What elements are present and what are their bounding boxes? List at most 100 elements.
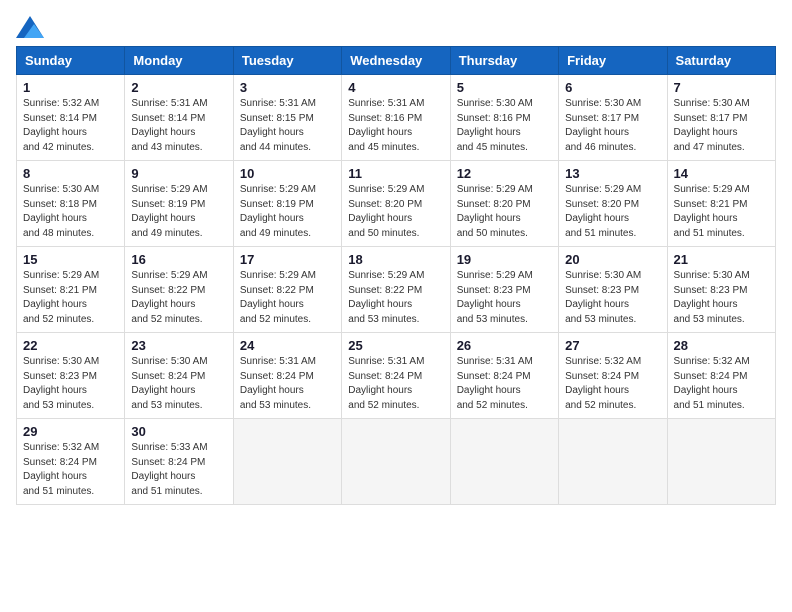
day-number: 17 (240, 252, 335, 267)
day-cell: 23 Sunrise: 5:30 AM Sunset: 8:24 PM Dayl… (125, 333, 233, 419)
day-number: 5 (457, 80, 552, 95)
day-cell: 30 Sunrise: 5:33 AM Sunset: 8:24 PM Dayl… (125, 419, 233, 505)
logo-icon (16, 16, 44, 38)
day-cell: 1 Sunrise: 5:32 AM Sunset: 8:14 PM Dayli… (17, 75, 125, 161)
day-number: 1 (23, 80, 118, 95)
day-cell (667, 419, 775, 505)
day-info: Sunrise: 5:29 AM Sunset: 8:23 PM Dayligh… (457, 269, 552, 327)
day-info: Sunrise: 5:29 AM Sunset: 8:20 PM Dayligh… (565, 183, 660, 241)
day-info: Sunrise: 5:32 AM Sunset: 8:24 PM Dayligh… (565, 355, 660, 413)
day-info: Sunrise: 5:31 AM Sunset: 8:24 PM Dayligh… (240, 355, 335, 413)
day-info: Sunrise: 5:31 AM Sunset: 8:16 PM Dayligh… (348, 97, 443, 155)
day-info: Sunrise: 5:31 AM Sunset: 8:15 PM Dayligh… (240, 97, 335, 155)
day-cell (559, 419, 667, 505)
day-number: 8 (23, 166, 118, 181)
day-cell: 28 Sunrise: 5:32 AM Sunset: 8:24 PM Dayl… (667, 333, 775, 419)
day-cell: 5 Sunrise: 5:30 AM Sunset: 8:16 PM Dayli… (450, 75, 558, 161)
day-cell: 2 Sunrise: 5:31 AM Sunset: 8:14 PM Dayli… (125, 75, 233, 161)
day-cell: 10 Sunrise: 5:29 AM Sunset: 8:19 PM Dayl… (233, 161, 341, 247)
day-info: Sunrise: 5:29 AM Sunset: 8:22 PM Dayligh… (348, 269, 443, 327)
day-cell: 19 Sunrise: 5:29 AM Sunset: 8:23 PM Dayl… (450, 247, 558, 333)
day-cell: 14 Sunrise: 5:29 AM Sunset: 8:21 PM Dayl… (667, 161, 775, 247)
page-header (16, 16, 776, 38)
day-info: Sunrise: 5:30 AM Sunset: 8:23 PM Dayligh… (565, 269, 660, 327)
day-number: 4 (348, 80, 443, 95)
day-cell: 3 Sunrise: 5:31 AM Sunset: 8:15 PM Dayli… (233, 75, 341, 161)
day-cell: 11 Sunrise: 5:29 AM Sunset: 8:20 PM Dayl… (342, 161, 450, 247)
day-number: 22 (23, 338, 118, 353)
day-cell: 6 Sunrise: 5:30 AM Sunset: 8:17 PM Dayli… (559, 75, 667, 161)
calendar-header-sunday: Sunday (17, 47, 125, 75)
day-cell: 16 Sunrise: 5:29 AM Sunset: 8:22 PM Dayl… (125, 247, 233, 333)
day-info: Sunrise: 5:29 AM Sunset: 8:22 PM Dayligh… (240, 269, 335, 327)
day-info: Sunrise: 5:29 AM Sunset: 8:19 PM Dayligh… (131, 183, 226, 241)
day-number: 20 (565, 252, 660, 267)
day-number: 10 (240, 166, 335, 181)
day-info: Sunrise: 5:30 AM Sunset: 8:23 PM Dayligh… (23, 355, 118, 413)
day-info: Sunrise: 5:29 AM Sunset: 8:20 PM Dayligh… (457, 183, 552, 241)
day-cell: 13 Sunrise: 5:29 AM Sunset: 8:20 PM Dayl… (559, 161, 667, 247)
day-number: 26 (457, 338, 552, 353)
calendar-header-monday: Monday (125, 47, 233, 75)
day-cell: 22 Sunrise: 5:30 AM Sunset: 8:23 PM Dayl… (17, 333, 125, 419)
day-number: 6 (565, 80, 660, 95)
logo (16, 16, 48, 38)
day-number: 7 (674, 80, 769, 95)
day-cell: 27 Sunrise: 5:32 AM Sunset: 8:24 PM Dayl… (559, 333, 667, 419)
day-number: 18 (348, 252, 443, 267)
day-cell: 4 Sunrise: 5:31 AM Sunset: 8:16 PM Dayli… (342, 75, 450, 161)
day-cell (233, 419, 341, 505)
day-info: Sunrise: 5:31 AM Sunset: 8:14 PM Dayligh… (131, 97, 226, 155)
day-cell: 17 Sunrise: 5:29 AM Sunset: 8:22 PM Dayl… (233, 247, 341, 333)
day-info: Sunrise: 5:33 AM Sunset: 8:24 PM Dayligh… (131, 441, 226, 499)
day-number: 30 (131, 424, 226, 439)
week-row-2: 8 Sunrise: 5:30 AM Sunset: 8:18 PM Dayli… (17, 161, 776, 247)
day-info: Sunrise: 5:30 AM Sunset: 8:23 PM Dayligh… (674, 269, 769, 327)
day-info: Sunrise: 5:29 AM Sunset: 8:21 PM Dayligh… (674, 183, 769, 241)
week-row-1: 1 Sunrise: 5:32 AM Sunset: 8:14 PM Dayli… (17, 75, 776, 161)
day-info: Sunrise: 5:29 AM Sunset: 8:21 PM Dayligh… (23, 269, 118, 327)
day-number: 14 (674, 166, 769, 181)
day-info: Sunrise: 5:30 AM Sunset: 8:24 PM Dayligh… (131, 355, 226, 413)
week-row-3: 15 Sunrise: 5:29 AM Sunset: 8:21 PM Dayl… (17, 247, 776, 333)
calendar-header-friday: Friday (559, 47, 667, 75)
calendar-header-tuesday: Tuesday (233, 47, 341, 75)
day-info: Sunrise: 5:29 AM Sunset: 8:19 PM Dayligh… (240, 183, 335, 241)
day-number: 13 (565, 166, 660, 181)
day-number: 21 (674, 252, 769, 267)
calendar-header-saturday: Saturday (667, 47, 775, 75)
day-number: 28 (674, 338, 769, 353)
day-info: Sunrise: 5:32 AM Sunset: 8:24 PM Dayligh… (674, 355, 769, 413)
calendar-header-wednesday: Wednesday (342, 47, 450, 75)
day-number: 15 (23, 252, 118, 267)
day-number: 19 (457, 252, 552, 267)
day-info: Sunrise: 5:29 AM Sunset: 8:22 PM Dayligh… (131, 269, 226, 327)
day-info: Sunrise: 5:32 AM Sunset: 8:24 PM Dayligh… (23, 441, 118, 499)
day-info: Sunrise: 5:31 AM Sunset: 8:24 PM Dayligh… (457, 355, 552, 413)
day-cell: 7 Sunrise: 5:30 AM Sunset: 8:17 PM Dayli… (667, 75, 775, 161)
day-number: 12 (457, 166, 552, 181)
day-cell: 26 Sunrise: 5:31 AM Sunset: 8:24 PM Dayl… (450, 333, 558, 419)
day-cell: 8 Sunrise: 5:30 AM Sunset: 8:18 PM Dayli… (17, 161, 125, 247)
day-number: 9 (131, 166, 226, 181)
day-cell: 21 Sunrise: 5:30 AM Sunset: 8:23 PM Dayl… (667, 247, 775, 333)
day-info: Sunrise: 5:30 AM Sunset: 8:18 PM Dayligh… (23, 183, 118, 241)
day-cell: 12 Sunrise: 5:29 AM Sunset: 8:20 PM Dayl… (450, 161, 558, 247)
day-number: 16 (131, 252, 226, 267)
day-info: Sunrise: 5:29 AM Sunset: 8:20 PM Dayligh… (348, 183, 443, 241)
day-cell: 9 Sunrise: 5:29 AM Sunset: 8:19 PM Dayli… (125, 161, 233, 247)
calendar-table: SundayMondayTuesdayWednesdayThursdayFrid… (16, 46, 776, 505)
day-number: 2 (131, 80, 226, 95)
week-row-4: 22 Sunrise: 5:30 AM Sunset: 8:23 PM Dayl… (17, 333, 776, 419)
day-info: Sunrise: 5:30 AM Sunset: 8:17 PM Dayligh… (565, 97, 660, 155)
day-cell: 15 Sunrise: 5:29 AM Sunset: 8:21 PM Dayl… (17, 247, 125, 333)
day-cell (450, 419, 558, 505)
day-info: Sunrise: 5:32 AM Sunset: 8:14 PM Dayligh… (23, 97, 118, 155)
calendar-header-row: SundayMondayTuesdayWednesdayThursdayFrid… (17, 47, 776, 75)
day-cell: 24 Sunrise: 5:31 AM Sunset: 8:24 PM Dayl… (233, 333, 341, 419)
day-number: 25 (348, 338, 443, 353)
day-cell: 25 Sunrise: 5:31 AM Sunset: 8:24 PM Dayl… (342, 333, 450, 419)
day-number: 3 (240, 80, 335, 95)
day-info: Sunrise: 5:31 AM Sunset: 8:24 PM Dayligh… (348, 355, 443, 413)
week-row-5: 29 Sunrise: 5:32 AM Sunset: 8:24 PM Dayl… (17, 419, 776, 505)
